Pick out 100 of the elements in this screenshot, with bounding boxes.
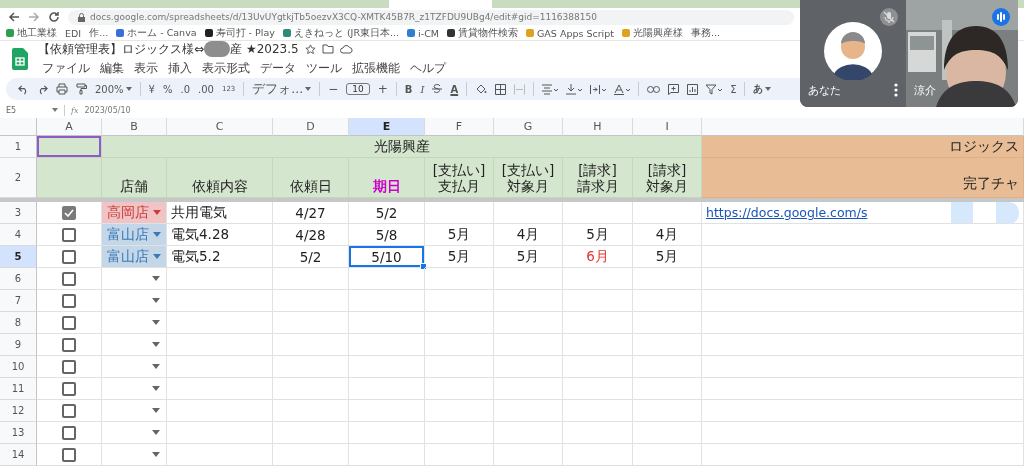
row-header[interactable]: 11 [0, 378, 37, 400]
input-tools-button[interactable]: あ [753, 82, 772, 96]
column-header[interactable]: A [37, 118, 102, 136]
vertical-align-icon[interactable] [566, 83, 583, 95]
name-box[interactable]: E5 [6, 105, 46, 115]
reload-icon[interactable] [48, 11, 60, 23]
checkbox[interactable] [62, 271, 76, 286]
column-header[interactable]: F [425, 118, 494, 136]
zoom-dropdown[interactable]: 200% [95, 83, 132, 95]
bookmark[interactable]: 事務... [690, 26, 721, 40]
font-size-field[interactable]: 10 [346, 83, 370, 95]
column-header[interactable]: G [494, 118, 563, 136]
bookmark[interactable]: 賃貸物件検索 [446, 26, 518, 40]
checkbox[interactable] [62, 337, 76, 352]
percent-button[interactable]: % [162, 83, 173, 95]
caret-icon[interactable] [152, 386, 160, 391]
row-header[interactable]: 5 [0, 246, 37, 268]
caret-icon[interactable] [152, 364, 160, 369]
caret-icon[interactable] [152, 408, 160, 413]
checkbox[interactable] [62, 315, 76, 330]
strikethrough-icon[interactable] [432, 83, 443, 95]
spreadsheet-icon[interactable] [12, 47, 28, 70]
row-header[interactable]: 9 [0, 334, 37, 356]
column-header[interactable]: I [633, 118, 702, 136]
increase-decimal-button[interactable]: .00 [198, 83, 214, 95]
row-header[interactable]: 10 [0, 356, 37, 378]
row-header[interactable]: 6 [0, 268, 37, 290]
caret-icon[interactable] [153, 254, 161, 259]
caret-icon[interactable] [153, 232, 161, 237]
row-header[interactable]: 13 [0, 422, 37, 444]
borders-icon[interactable] [495, 83, 507, 95]
row-header[interactable]: 2 [0, 158, 37, 198]
menu-item[interactable]: 編集 [96, 59, 128, 77]
chart-icon[interactable] [687, 83, 699, 95]
increase-size-button[interactable]: + [377, 82, 388, 96]
formula-field[interactable]: 2023/05/10 [84, 105, 131, 115]
font-dropdown[interactable]: デフォ... [252, 80, 312, 98]
decrease-decimal-button[interactable]: .0 [180, 83, 191, 95]
column-header[interactable]: E [349, 118, 425, 136]
checkbox[interactable] [62, 447, 76, 462]
checkbox[interactable] [62, 425, 76, 440]
text-color-button[interactable]: A [450, 83, 459, 95]
functions-button[interactable]: Σ [730, 83, 737, 95]
column-header[interactable]: D [273, 118, 349, 136]
menu-item[interactable]: 表示 [130, 59, 162, 77]
star-icon[interactable] [304, 43, 316, 55]
bookmark[interactable]: 光陽興産様 [621, 26, 683, 40]
fill-handle[interactable] [420, 263, 427, 270]
back-icon[interactable] [8, 11, 20, 23]
fill-color-icon[interactable] [475, 83, 488, 95]
row-header[interactable]: 7 [0, 290, 37, 312]
row-header[interactable]: 8 [0, 312, 37, 334]
checkbox[interactable] [62, 205, 76, 220]
decrease-size-button[interactable]: − [328, 82, 339, 96]
bookmark[interactable]: 地工業様 [6, 26, 57, 40]
bookmark[interactable]: EDI [65, 27, 82, 39]
column-header[interactable]: H [563, 118, 633, 136]
link-icon[interactable] [647, 85, 661, 93]
menu-item[interactable]: ツール [302, 59, 346, 77]
checkbox[interactable] [62, 293, 76, 308]
cloud-icon[interactable] [339, 44, 353, 54]
undo-icon[interactable] [18, 83, 29, 95]
checkbox[interactable] [62, 403, 76, 418]
caret-icon[interactable] [52, 108, 58, 112]
caret-icon[interactable] [152, 342, 160, 347]
caret-icon[interactable] [152, 276, 160, 281]
row-header[interactable]: 12 [0, 400, 37, 422]
paint-format-icon[interactable] [76, 83, 87, 95]
column-header[interactable]: B [102, 118, 167, 136]
row-header[interactable]: 14 [0, 444, 37, 466]
link[interactable]: https://docs.google.com/s [706, 205, 868, 220]
column-header[interactable]: C [167, 118, 273, 136]
menu-item[interactable]: 表示形式 [198, 59, 254, 77]
text-rotation-icon[interactable] [614, 83, 631, 95]
caret-icon[interactable] [152, 320, 160, 325]
bold-button[interactable]: B [404, 83, 413, 95]
menu-item[interactable]: ファイル [38, 59, 94, 77]
currency-button[interactable]: ¥ [148, 83, 155, 95]
document-title[interactable]: 【依頼管理表】ロジックス様⇔ [38, 40, 205, 58]
menu-item[interactable]: ヘルプ [406, 59, 450, 77]
menu-item[interactable]: 挿入 [164, 59, 196, 77]
row-header[interactable]: 1 [0, 136, 37, 158]
print-icon[interactable] [56, 83, 68, 95]
caret-icon[interactable] [152, 452, 160, 457]
checkbox[interactable] [62, 249, 76, 264]
bookmark[interactable]: i-CM [407, 27, 439, 39]
caret-icon[interactable] [153, 210, 161, 215]
row-header[interactable]: 4 [0, 224, 37, 246]
caret-icon[interactable] [152, 430, 160, 435]
bookmark[interactable]: えきねっと (JR東日本... [282, 26, 400, 40]
bookmark[interactable]: ホーム - Canva [116, 26, 197, 40]
bookmark[interactable]: GAS Apps Script [525, 27, 614, 39]
bookmark[interactable]: 作... [89, 26, 109, 40]
checkbox[interactable] [62, 227, 76, 242]
caret-icon[interactable] [152, 298, 160, 303]
filter-icon[interactable] [706, 83, 723, 95]
checkbox[interactable] [62, 359, 76, 374]
italic-button[interactable]: I [420, 83, 425, 95]
checkbox[interactable] [62, 381, 76, 396]
bookmark[interactable]: 寿司打 - Play [204, 26, 275, 40]
